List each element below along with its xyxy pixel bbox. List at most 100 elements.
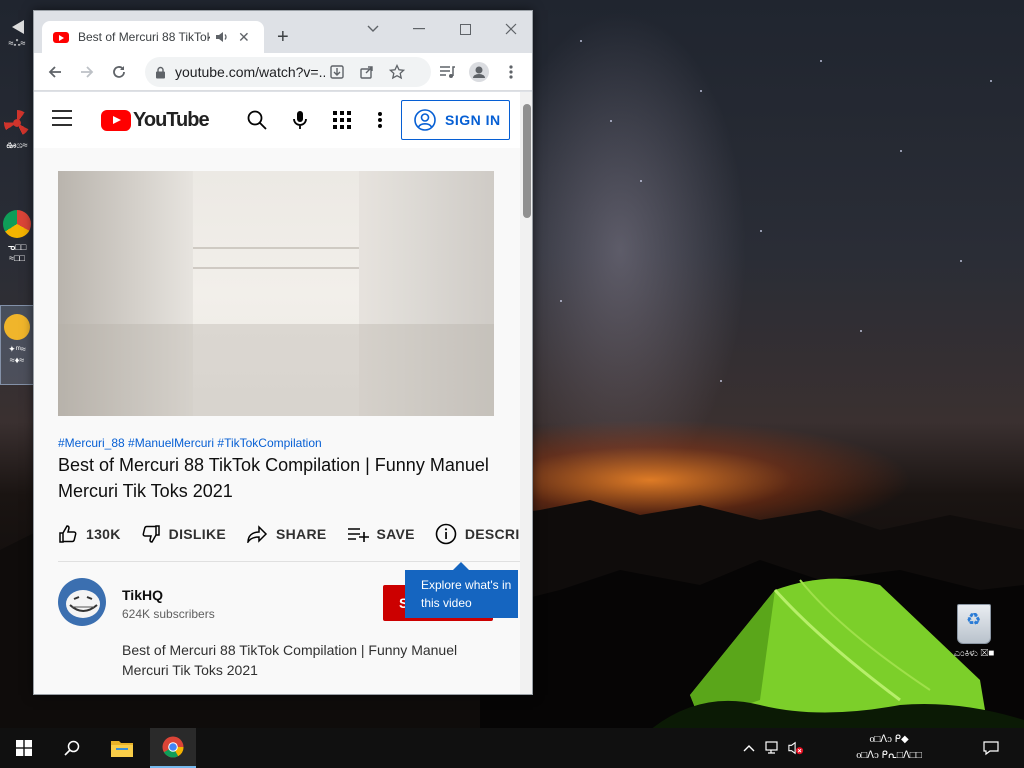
hamburger-menu-icon[interactable] [52,110,72,126]
minimize-button[interactable] [406,19,432,39]
action-center-button[interactable] [983,740,999,756]
desktop-icon-label: ≈ஃ≈ [8,38,26,48]
video-actions: 130K DISLIKE SHARE SAVE DESCRI [58,512,520,556]
chrome-icon [162,736,184,758]
description-button[interactable]: DESCRI [435,523,520,545]
start-button[interactable] [0,728,48,768]
video-player[interactable] [58,171,494,416]
profile-button[interactable] [468,61,490,83]
desktop-icon-1[interactable]: ≈ஃ≈ [2,20,32,50]
microphone-icon [293,111,307,129]
chrome-app-icon [3,210,31,238]
tab-close-icon[interactable]: ✕ [238,30,250,44]
address-bar[interactable]: youtube.com/watch?v=... [145,57,431,87]
folder-icon [111,741,133,757]
desktop-icon-label: ᓀ□□ ≈□□ [7,242,27,263]
maximize-button[interactable] [452,19,478,39]
back-button[interactable] [44,61,66,83]
scrollbar-thumb[interactable] [523,104,531,218]
recycle-bin-icon [957,604,991,644]
chevron-up-icon [743,745,755,752]
chrome-menu-button[interactable] [500,61,522,83]
lock-icon [156,66,165,78]
windows-logo-icon [16,740,32,756]
taskbar-clock[interactable]: ᧐□ᐱ᧑ ᑭ◆ ᧐□ᐱ᧑ ᑭᕆ□ᐱ□□ [833,732,945,764]
subscriber-count: 624K subscribers [122,607,215,621]
forward-button[interactable] [76,61,98,83]
page-scrollbar[interactable] [520,92,532,694]
channel-name[interactable]: TikHQ [122,587,163,603]
media-controls-button[interactable] [436,61,458,83]
dislike-label: DISLIKE [168,526,226,542]
taskbar-search-button[interactable] [48,728,96,768]
browser-window: Best of Mercuri 88 TikTok Compilation | … [33,10,533,695]
description-label: DESCRI [464,526,520,542]
share-button[interactable]: SHARE [246,525,327,543]
trollface-avatar-icon [66,590,100,618]
video-hashtags[interactable]: #Mercuri_88 #ManuelMercuri #TikTokCompil… [58,436,322,450]
recycle-bin[interactable]: ಎಂಕಿಳು ☒■ [944,604,1004,660]
desktop-icon-3[interactable]: ᓀ□□ ≈□□ [2,210,32,263]
arrow-right-icon [81,66,94,78]
maximize-icon [459,23,471,35]
like-button[interactable]: 130K [58,524,121,544]
star-icon[interactable] [389,64,405,80]
install-app-icon[interactable] [329,64,345,80]
taskbar-file-explorer[interactable] [98,728,146,768]
taskbar: ᧐□ᐱ᧑ ᑭ◆ ᧐□ᐱ᧑ ᑭᕆ□ᐱ□□ [0,728,1024,768]
save-button[interactable]: SAVE [347,526,415,542]
generic-app-icon [10,20,24,34]
share-label: SHARE [276,526,327,542]
reload-icon [113,66,125,78]
search-button[interactable] [245,108,269,132]
network-icon [765,741,778,754]
close-window-button[interactable] [498,19,524,39]
info-icon [435,523,457,545]
thumb-down-icon [142,525,160,543]
notification-icon [983,741,999,756]
desktop-icon-4[interactable]: ✦ᵐ≈ ≈♦≈ [0,305,34,385]
sign-in-button[interactable]: SIGN IN [401,100,510,140]
arrow-left-icon [48,66,61,78]
search-icon [247,110,267,130]
show-hidden-icons-button[interactable] [741,740,757,756]
playlist-add-icon [347,528,369,542]
explore-tooltip[interactable]: Explore what's in this video [405,562,518,618]
tab-search-button[interactable] [360,19,386,39]
save-label: SAVE [376,526,415,542]
reload-button[interactable] [108,61,130,83]
url-text: youtube.com/watch?v=... [175,64,325,80]
browser-toolbar: youtube.com/watch?v=... [34,53,532,91]
voice-search-button[interactable] [288,108,312,132]
apps-button[interactable] [330,108,354,132]
title-bar: Best of Mercuri 88 TikTok Compilation | … [34,11,532,53]
youtube-logo-text: YouTube [133,109,210,131]
recycle-bin-label: ಎಂಕಿಳು ☒■ [953,648,995,659]
volume-tray-button[interactable] [788,740,804,756]
share-arrow-icon [247,525,268,543]
settings-menu-button[interactable] [368,108,392,132]
video-title: Best of Mercuri 88 TikTok Compilation | … [58,455,489,501]
clock-time: ᧐□ᐱ᧑ ᑭ◆ [869,734,909,745]
tab-title: Best of Mercuri 88 TikTok Compilation | … [78,30,210,44]
youtube-play-icon [101,110,131,131]
desktop-icon-label: ఊශ≈ [6,140,28,150]
youtube-icon [53,31,69,43]
clock-date: ᧐□ᐱ᧑ ᑭᕆ□ᐱ□□ [856,750,922,761]
share-icon[interactable] [359,64,375,80]
channel-avatar[interactable] [58,578,106,626]
desktop-icon-label: ✦ᵐ≈ ≈♦≈ [8,344,26,365]
dislike-button[interactable]: DISLIKE [141,524,226,544]
divider [58,561,520,562]
desktop-icon-2[interactable]: ఊශ≈ [2,110,32,153]
youtube-logo[interactable]: YouTube [101,109,210,132]
more-vert-icon [509,65,513,79]
browser-tab[interactable]: Best of Mercuri 88 TikTok Compilation | … [42,21,264,53]
sign-in-label: SIGN IN [445,112,501,128]
network-tray-button[interactable] [765,740,781,756]
new-tab-button[interactable]: + [277,27,289,47]
like-count: 130K [86,526,121,542]
speaker-icon[interactable] [214,29,230,45]
taskbar-chrome[interactable] [150,728,196,768]
youtube-header: YouTube SIGN IN [34,92,520,148]
